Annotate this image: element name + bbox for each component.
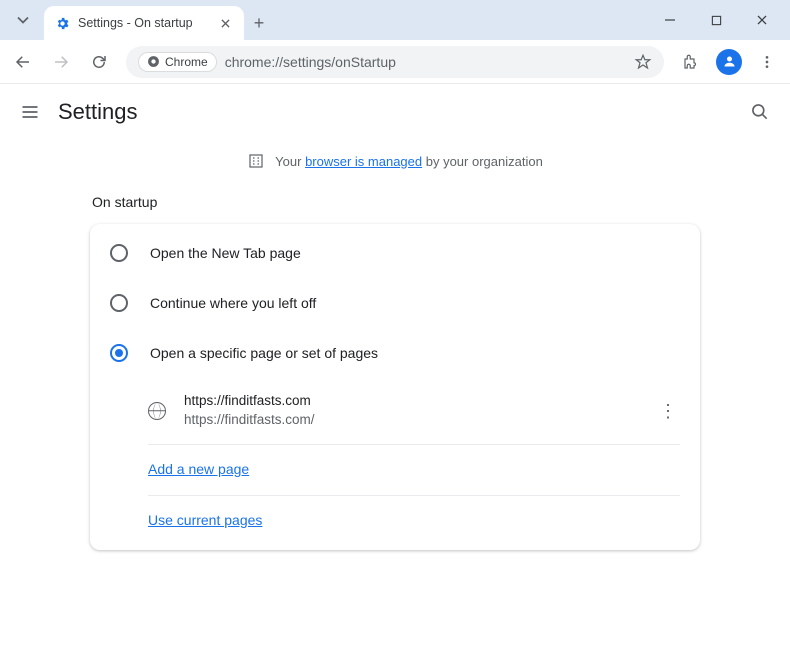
chrome-logo-icon	[147, 55, 160, 68]
page-header: Settings	[0, 84, 790, 140]
profile-button[interactable]	[712, 45, 746, 79]
startup-card: Open the New Tab page Continue where you…	[90, 224, 700, 550]
window-controls	[650, 5, 782, 35]
maximize-button[interactable]	[696, 5, 736, 35]
add-page-row: Add a new page	[90, 445, 700, 495]
maximize-icon	[711, 15, 722, 26]
startup-section: On startup Open the New Tab page Continu…	[90, 188, 700, 550]
kebab-icon	[759, 54, 775, 70]
tab-close-button[interactable]	[216, 14, 234, 32]
startup-page-row: https://finditfasts.com https://finditfa…	[90, 378, 700, 444]
search-icon	[750, 102, 770, 122]
option-new-tab[interactable]: Open the New Tab page	[90, 228, 700, 278]
minimize-icon	[664, 14, 676, 26]
chevron-down-icon	[17, 14, 29, 26]
option-label: Open a specific page or set of pages	[150, 345, 378, 361]
reload-button[interactable]	[82, 45, 116, 79]
site-chip: Chrome	[138, 52, 217, 72]
use-current-link[interactable]: Use current pages	[148, 512, 262, 528]
radio-icon	[110, 244, 128, 262]
omnibox[interactable]: Chrome chrome://settings/onStartup	[126, 46, 664, 78]
close-icon	[756, 14, 768, 26]
globe-icon	[148, 402, 166, 420]
tab-title: Settings - On startup	[78, 16, 193, 30]
title-bar: Settings - On startup +	[0, 0, 790, 40]
extensions-button[interactable]	[674, 45, 708, 79]
bookmark-button[interactable]	[634, 53, 652, 71]
browser-tab[interactable]: Settings - On startup	[44, 6, 244, 40]
minimize-button[interactable]	[650, 5, 690, 35]
avatar-icon	[716, 49, 742, 75]
managed-text: Your browser is managed by your organiza…	[275, 154, 543, 169]
tab-search-button[interactable]	[8, 5, 38, 35]
building-icon	[247, 152, 265, 170]
menu-button[interactable]	[750, 45, 784, 79]
option-specific-pages[interactable]: Open a specific page or set of pages	[90, 328, 700, 378]
gear-icon	[54, 15, 70, 31]
forward-button[interactable]	[44, 45, 78, 79]
close-icon	[221, 19, 230, 28]
toolbar: Chrome chrome://settings/onStartup	[0, 40, 790, 84]
managed-notice: Your browser is managed by your organiza…	[0, 140, 790, 188]
star-icon	[634, 53, 652, 71]
option-label: Continue where you left off	[150, 295, 316, 311]
arrow-left-icon	[14, 53, 32, 71]
hamburger-button[interactable]	[20, 102, 40, 122]
radio-selected-icon	[110, 344, 128, 362]
close-window-button[interactable]	[742, 5, 782, 35]
page-entry-url: https://finditfasts.com/	[184, 411, 315, 430]
puzzle-icon	[682, 53, 700, 71]
search-button[interactable]	[750, 102, 770, 122]
option-continue[interactable]: Continue where you left off	[90, 278, 700, 328]
new-tab-button[interactable]: +	[244, 8, 274, 38]
page-entry-title: https://finditfasts.com	[184, 392, 315, 411]
managed-link[interactable]: browser is managed	[305, 154, 422, 169]
section-title: On startup	[90, 188, 700, 224]
add-page-link[interactable]: Add a new page	[148, 461, 249, 477]
arrow-right-icon	[52, 53, 70, 71]
option-label: Open the New Tab page	[150, 245, 301, 261]
page-title: Settings	[58, 99, 138, 125]
page-actions-button[interactable]: ⋮	[656, 409, 680, 413]
reload-icon	[90, 53, 108, 71]
site-chip-label: Chrome	[165, 55, 208, 69]
radio-icon	[110, 294, 128, 312]
use-current-row: Use current pages	[90, 496, 700, 546]
back-button[interactable]	[6, 45, 40, 79]
hamburger-icon	[20, 102, 40, 122]
page-info: https://finditfasts.com https://finditfa…	[184, 392, 315, 430]
omnibox-url: chrome://settings/onStartup	[225, 54, 396, 70]
